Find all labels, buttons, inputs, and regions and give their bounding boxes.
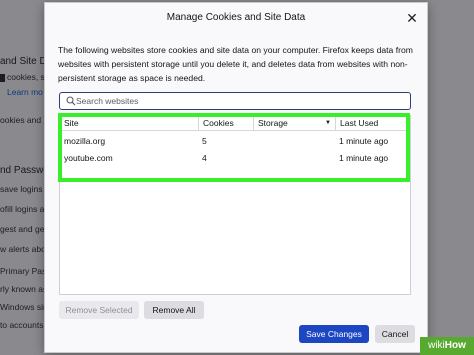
search-icon: [66, 96, 76, 106]
bg-autofill-logins: ofill logins a: [0, 204, 44, 214]
bg-cookies-checkbox-row: cookies, site: [0, 72, 44, 82]
bg-suggest-passwords: gest and gen: [0, 224, 44, 234]
column-header-storage-label: Storage: [258, 118, 288, 128]
last-used-cell: 1 minute ago: [339, 136, 389, 146]
save-changes-button[interactable]: Save Changes: [299, 325, 369, 343]
cancel-button[interactable]: Cancel: [375, 325, 415, 343]
cookies-cell: 5: [202, 136, 207, 146]
cookies-cell: 4: [202, 153, 207, 163]
bg-heading-site-data: and Site Da: [0, 56, 44, 67]
close-icon[interactable]: ✕: [405, 11, 419, 25]
bg-cookies-label: cookies, site: [7, 72, 44, 82]
table-row[interactable]: youtube.com 4 1 minute ago: [60, 150, 410, 167]
bg-primary-password: Primary Pass: [0, 266, 44, 276]
remove-all-button[interactable]: Remove All: [144, 301, 204, 319]
bg-formerly-known: rly known as M: [0, 284, 44, 294]
bg-windows-sign: Windows sin: [0, 302, 44, 312]
bg-accounts: to accounts in: [0, 320, 44, 330]
watermark-suffix: How: [444, 340, 466, 351]
table-header: Site Cookies Storage ▼ Last Used: [60, 116, 410, 131]
wikihow-watermark: wikiHow: [420, 337, 474, 355]
site-cell: youtube.com: [64, 153, 113, 163]
table-row[interactable]: mozilla.org 5 1 minute ago: [60, 133, 410, 150]
dialog-title: Manage Cookies and Site Data: [166, 12, 306, 23]
remove-selected-button[interactable]: Remove Selected: [59, 301, 139, 319]
column-header-last-used[interactable]: Last Used: [335, 116, 412, 131]
bg-heading-passwords: nd Passwo: [0, 165, 44, 176]
dialog-description: The following websites store cookies and…: [58, 45, 413, 83]
column-header-site[interactable]: Site: [60, 116, 198, 131]
last-used-cell: 1 minute ago: [339, 153, 389, 163]
search-box[interactable]: [59, 92, 411, 110]
bg-save-logins: save logins a: [0, 184, 44, 194]
sort-descending-icon: ▼: [325, 120, 331, 126]
column-header-storage[interactable]: Storage ▼: [253, 116, 335, 131]
manage-cookies-dialog: Manage Cookies and Site Data ✕ The follo…: [44, 2, 428, 353]
checkbox-icon: [0, 73, 5, 82]
bg-cookies-text: ookies and: [0, 115, 42, 125]
sites-table: Site Cookies Storage ▼ Last Used mozilla…: [59, 115, 411, 295]
column-header-cookies[interactable]: Cookies: [198, 116, 253, 131]
search-input[interactable]: [76, 94, 406, 108]
watermark-prefix: wiki: [428, 340, 445, 351]
bg-show-alerts: w alerts abo: [0, 244, 44, 254]
site-cell: mozilla.org: [64, 136, 106, 146]
